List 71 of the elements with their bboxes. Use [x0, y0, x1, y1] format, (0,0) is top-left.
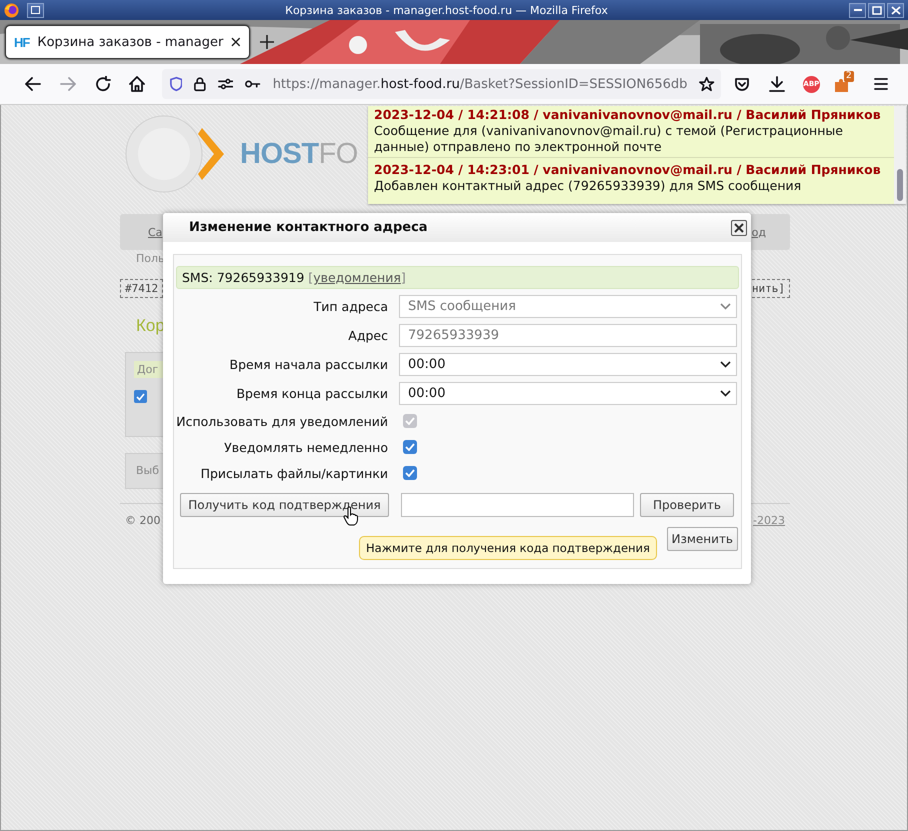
tooltip: Нажмите для получения кода подтверждения — [359, 536, 657, 560]
home-icon[interactable] — [129, 76, 146, 92]
close-icon[interactable] — [231, 37, 241, 47]
window-icon — [31, 6, 40, 14]
star-icon[interactable] — [699, 76, 715, 92]
contact-summary: SMS: 79265933919 [уведомления] — [176, 266, 739, 289]
notification-message: Сообщение для (vanivanivanovnov@mail.ru) с темой (Регистрационные данные) отправлено по электронной почте — [374, 123, 844, 155]
extension-icon[interactable]: 2 — [835, 71, 858, 97]
notification-message: Добавлен контактный адрес (79265933939) для SMS сообщения — [374, 178, 802, 194]
user-line: Поль — [135, 251, 166, 267]
key-icon[interactable] — [245, 79, 261, 89]
checkbox[interactable] — [403, 440, 417, 454]
field-label: Время конца рассылки — [235, 386, 388, 401]
dialog-title: Изменение контактного адреса — [189, 220, 429, 235]
check-icon — [405, 469, 415, 477]
select-field[interactable]: 00:00 — [399, 353, 737, 376]
minimize-button[interactable] — [849, 2, 866, 18]
notifications-link[interactable]: уведомления — [313, 270, 401, 285]
back-icon[interactable] — [25, 77, 42, 91]
field-label: Уведомлять немедленно — [223, 440, 388, 454]
address-bar[interactable]: https://manager.host-food.ru/Basket?SessionID=SESSION656db — [162, 69, 721, 99]
panel-checkbox[interactable] — [134, 390, 147, 403]
window-title: Корзина заказов - manager.host-food.ru — Mozilla Firefox — [284, 4, 609, 16]
check-icon — [405, 417, 415, 425]
plus-icon[interactable] — [260, 35, 274, 49]
chevron-icon — [720, 390, 731, 397]
scrollbar[interactable] — [894, 106, 906, 204]
reload-icon[interactable] — [94, 76, 111, 92]
maximize-button[interactable] — [868, 2, 885, 18]
check-button[interactable]: Проверить — [640, 493, 734, 517]
permissions-icon[interactable] — [218, 77, 234, 91]
nav-link[interactable]: од — [752, 226, 766, 238]
check-icon — [405, 443, 415, 451]
favicon: HF — [14, 34, 30, 50]
notification-header: 2023-12-04 / 14:21:08 / vanivanivanovnov@mail.ru / Василий Пряников — [374, 107, 882, 123]
select-field[interactable]: 00:00 — [399, 382, 737, 405]
field-label: Время начала рассылки — [228, 357, 388, 372]
copyright: © 200 — [125, 514, 160, 527]
lock-icon[interactable] — [194, 76, 206, 92]
chevron-icon — [720, 303, 731, 310]
browser-tab[interactable]: HF Корзина заказов - manager — [5, 25, 250, 59]
close-button[interactable] — [731, 220, 747, 236]
field-label: Использовать для уведомлений — [176, 414, 388, 428]
code-field[interactable] — [401, 493, 634, 517]
panel-title: Дог — [134, 361, 164, 378]
puzzle-icon — [835, 79, 850, 92]
close-icon — [890, 6, 900, 14]
download-icon[interactable] — [768, 76, 785, 92]
notification-header: 2023-12-04 / 14:23:01 / vanivanivanovnov@mail.ru / Василий Пряников — [374, 162, 882, 178]
nav-link[interactable]: Са — [148, 226, 162, 238]
field-label: Адрес — [347, 328, 388, 343]
notification-badge: 2 — [844, 71, 854, 82]
submit-button[interactable]: Изменить — [666, 527, 738, 551]
field-label: Присылать файлы/картинки — [200, 466, 388, 480]
maximize-icon — [872, 6, 882, 14]
firefox-icon[interactable] — [4, 2, 19, 18]
checkbox[interactable] — [403, 466, 417, 480]
select-panel: Выб — [125, 453, 165, 489]
confirm-code-button[interactable]: Получить код подтверждения — [180, 493, 389, 517]
window-menu-button[interactable] — [27, 2, 44, 18]
shield-icon[interactable] — [170, 76, 182, 92]
close-icon — [734, 222, 744, 232]
site-logo: HOSTFO — [240, 138, 358, 170]
minimize-icon — [854, 9, 862, 11]
url-text: https://manager.host-food.ru/Basket?SessionID=SESSION656db — [272, 76, 688, 92]
check-icon — [136, 392, 145, 400]
menu-icon[interactable] — [874, 78, 888, 90]
field-label: Тип адреса — [312, 299, 388, 314]
chevron-icon — [720, 361, 731, 368]
close-button[interactable] — [887, 2, 904, 18]
pocket-icon[interactable] — [734, 76, 750, 92]
